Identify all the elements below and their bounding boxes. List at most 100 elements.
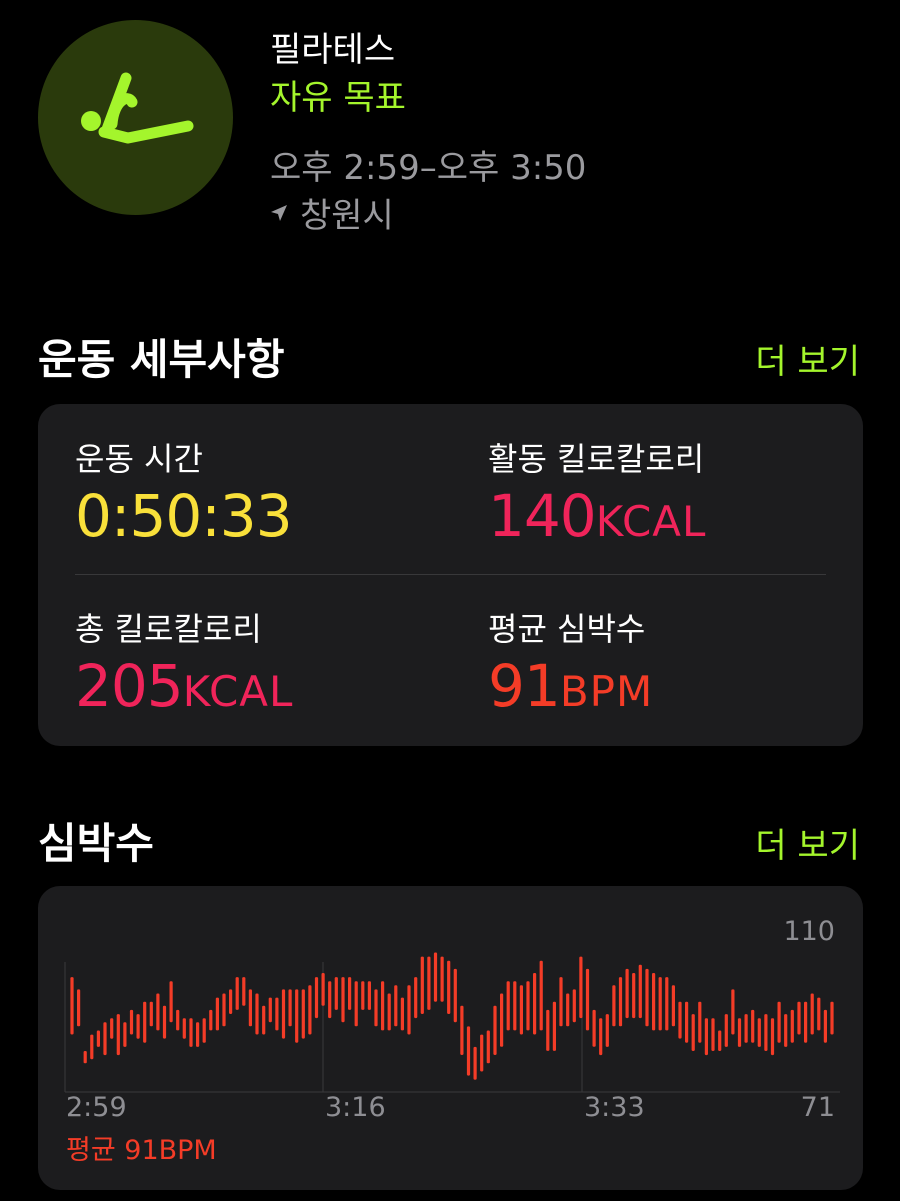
heart-rate-bar bbox=[70, 977, 74, 1035]
metric-total-kcal: 총 킬로칼로리 205KCAL bbox=[75, 604, 293, 720]
heart-rate-bar bbox=[367, 981, 371, 1010]
heart-rate-bar bbox=[394, 985, 398, 1027]
heart-rate-bar bbox=[262, 1005, 266, 1035]
heart-rate-bar bbox=[314, 977, 319, 1019]
heart-rate-more-link[interactable]: 더 보기 bbox=[755, 818, 860, 867]
metrics-divider bbox=[75, 574, 826, 575]
heart-rate-bar bbox=[169, 981, 173, 1023]
heart-rate-bar bbox=[685, 1001, 689, 1043]
heart-rate-bar bbox=[209, 1009, 213, 1031]
heart-rate-bar bbox=[605, 1014, 609, 1047]
heart-rate-bar bbox=[103, 1022, 107, 1056]
heart-rate-bar bbox=[275, 997, 279, 1031]
heart-rate-bar bbox=[281, 989, 286, 1039]
heart-rate-bar bbox=[381, 981, 385, 1031]
heart-rate-bar bbox=[229, 989, 233, 1014]
heart-rate-bar bbox=[618, 977, 623, 1027]
heart-rate-bar bbox=[718, 1030, 722, 1051]
heart-rate-bar bbox=[202, 1018, 206, 1043]
metric-active-kcal: 활동 킬로칼로리 140KCAL bbox=[488, 434, 706, 550]
heart-rate-bar bbox=[770, 1018, 775, 1056]
heart-rate-bar bbox=[704, 1018, 708, 1056]
heart-rate-bar bbox=[592, 1009, 596, 1047]
location-arrow-icon bbox=[271, 204, 287, 221]
heart-rate-bar bbox=[215, 997, 219, 1031]
heart-rate-bar bbox=[361, 981, 365, 1010]
heart-rate-bar bbox=[817, 997, 821, 1031]
details-more-link[interactable]: 더 보기 bbox=[755, 334, 860, 383]
metric-avg-heart-rate: 평균 심박수 91BPM bbox=[488, 604, 653, 720]
heart-rate-section-title: 심박수 bbox=[38, 819, 154, 868]
heart-rate-bar bbox=[506, 981, 510, 1031]
heart-rate-bar bbox=[328, 981, 332, 1019]
heart-rate-bar bbox=[572, 989, 576, 1023]
heart-rate-bar bbox=[374, 989, 378, 1027]
heart-rate-bar bbox=[566, 993, 570, 1027]
heart-rate-bar bbox=[612, 985, 616, 1027]
heart-rate-bar bbox=[129, 1009, 134, 1035]
heart-rate-bar bbox=[678, 1001, 682, 1039]
heart-rate-bar bbox=[255, 993, 259, 1035]
heart-rate-bar bbox=[295, 989, 299, 1043]
heart-rate-bar bbox=[341, 977, 345, 1023]
heart-rate-bar bbox=[797, 1001, 801, 1035]
workout-location-label: 창원시 bbox=[300, 196, 394, 236]
heart-rate-bar bbox=[671, 985, 675, 1027]
heart-rate-bar bbox=[665, 977, 669, 1031]
heart-rate-bar bbox=[830, 1001, 834, 1035]
heart-rate-bar bbox=[156, 993, 160, 1031]
heart-rate-bar bbox=[348, 977, 352, 1010]
chart-y-max-label: 110 bbox=[783, 916, 835, 947]
chart-x-tick-label: 2:59 bbox=[66, 1092, 127, 1123]
heart-rate-bar bbox=[96, 1030, 100, 1047]
heart-rate-bar bbox=[777, 1001, 781, 1043]
heart-rate-bar bbox=[790, 1009, 794, 1043]
heart-rate-bar bbox=[334, 977, 338, 1010]
heart-rate-bar bbox=[460, 1005, 464, 1055]
heart-rate-bar bbox=[751, 1009, 755, 1043]
heart-rate-bar bbox=[731, 989, 735, 1035]
metric-duration-value: 0:50:33 bbox=[75, 482, 293, 550]
metric-avg-heart-rate-label: 평균 심박수 bbox=[488, 610, 646, 648]
heart-rate-bar bbox=[466, 1026, 471, 1076]
heart-rate-bar bbox=[354, 981, 358, 1027]
heart-rate-bar bbox=[440, 956, 444, 1002]
heart-rate-bar bbox=[235, 977, 239, 1010]
heart-rate-bar bbox=[162, 1005, 167, 1039]
heart-rate-bar bbox=[645, 968, 649, 1027]
heart-rate-bar bbox=[110, 1018, 114, 1039]
heart-rate-bar bbox=[136, 1014, 140, 1039]
workout-goal: 자유 목표 bbox=[270, 78, 406, 118]
heart-rate-bar bbox=[764, 1014, 768, 1051]
metric-avg-heart-rate-value: 91BPM bbox=[488, 652, 654, 720]
heart-rate-bar bbox=[143, 1001, 147, 1043]
heart-rate-bar bbox=[711, 1018, 715, 1051]
heart-rate-bar bbox=[196, 1022, 200, 1047]
chart-x-tick-label: 3:16 bbox=[325, 1092, 386, 1123]
chart-y-min-label: 71 bbox=[800, 1092, 835, 1123]
heart-rate-bar bbox=[480, 1034, 484, 1072]
workout-details-card: 운동 시간 0:50:33 활동 킬로칼로리 140KCAL 총 킬로칼로리 2… bbox=[38, 404, 863, 746]
heart-rate-bar bbox=[453, 968, 457, 1023]
heart-rate-bar bbox=[698, 1001, 702, 1043]
heart-rate-bar bbox=[222, 993, 226, 1027]
heart-rate-bar bbox=[737, 1018, 742, 1047]
heart-rate-bar bbox=[493, 1005, 497, 1055]
heart-rate-bar bbox=[182, 1018, 186, 1039]
metric-total-kcal-value: 205KCAL bbox=[75, 652, 294, 720]
heart-rate-bar bbox=[526, 981, 530, 1031]
heart-rate-bar bbox=[652, 973, 656, 1031]
heart-rate-bar bbox=[433, 952, 438, 1002]
workout-location: 창원시 bbox=[270, 188, 394, 237]
heart-rate-bar bbox=[638, 964, 642, 1019]
workout-title: 필라테스 bbox=[270, 30, 396, 70]
heart-rate-bar bbox=[83, 1051, 87, 1064]
heart-rate-bar bbox=[559, 977, 563, 1027]
heart-rate-card: 110 2:59 3:16 3:33 71 평균 91BPM bbox=[38, 886, 863, 1190]
heart-rate-bar bbox=[308, 985, 312, 1035]
heart-rate-bar bbox=[301, 989, 305, 1039]
metric-active-kcal-label: 활동 킬로칼로리 bbox=[488, 440, 705, 478]
heart-rate-bar bbox=[176, 1009, 180, 1031]
heart-rate-bar bbox=[90, 1034, 94, 1060]
heart-rate-bar bbox=[248, 989, 252, 1027]
